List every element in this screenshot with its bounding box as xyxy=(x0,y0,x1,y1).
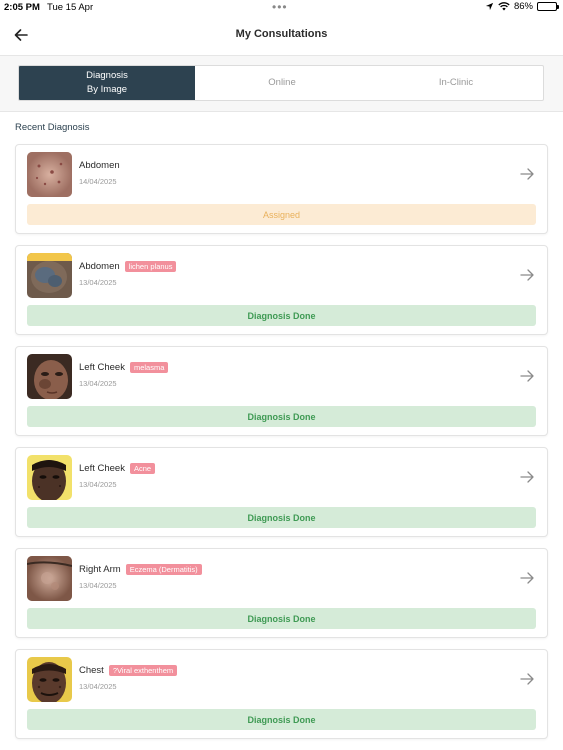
status-badge: Diagnosis Done xyxy=(27,406,536,427)
diagnosis-date: 13/04/2025 xyxy=(79,682,117,691)
diagnosis-info: Right Arm Eczema (Dermatitis) 13/04/2025 xyxy=(79,564,202,590)
diagnosis-thumbnail xyxy=(27,354,72,399)
header: My Consultations xyxy=(0,15,563,56)
diagnosis-info: Left Cheek Acne 13/04/2025 xyxy=(79,463,156,489)
status-badge: Assigned xyxy=(27,204,536,225)
status-badge: Diagnosis Done xyxy=(27,608,536,629)
wifi-icon xyxy=(498,2,510,11)
status-badge: Diagnosis Done xyxy=(27,305,536,326)
arrow-right-icon[interactable] xyxy=(519,267,535,283)
diagnosis-info: Left Cheek melasma 13/04/2025 xyxy=(79,362,169,388)
tab-in-clinic[interactable]: In-Clinic xyxy=(369,66,543,100)
tab-online[interactable]: Online xyxy=(195,66,369,100)
arrow-right-icon[interactable] xyxy=(519,166,535,182)
arrow-right-icon[interactable] xyxy=(519,469,535,485)
battery-icon xyxy=(537,2,559,11)
condition-tag: melasma xyxy=(129,362,169,373)
condition-tag: ?Viral exthenthem xyxy=(108,665,178,676)
battery-percent: 86% xyxy=(513,1,533,12)
page-title: My Consultations xyxy=(235,28,328,40)
condition-tag: Eczema (Dermatitis) xyxy=(125,564,202,575)
multitasking-dots-icon[interactable]: ••• xyxy=(272,0,288,14)
diagnosis-card[interactable]: Chest ?Viral exthenthem 13/04/2025 Diagn… xyxy=(15,649,548,739)
status-date: Tue 15 Apr xyxy=(47,2,94,13)
status-indicators: 86% xyxy=(485,1,559,12)
body-location: Abdomen xyxy=(79,160,120,171)
arrow-right-icon[interactable] xyxy=(519,671,535,687)
diagnosis-card[interactable]: Abdomen lichen planus 13/04/2025 Diagnos… xyxy=(15,245,548,335)
diagnosis-date: 13/04/2025 xyxy=(79,581,117,590)
condition-tag: Acne xyxy=(129,463,156,474)
body-location: Left Cheek xyxy=(79,463,125,474)
condition-tag: lichen planus xyxy=(124,261,177,272)
diagnosis-thumbnail xyxy=(27,253,72,298)
tab-diagnosis-by-image[interactable]: Diagnosis By Image xyxy=(19,66,195,100)
location-icon xyxy=(485,2,494,11)
diagnosis-thumbnail xyxy=(27,455,72,500)
diagnosis-date: 13/04/2025 xyxy=(79,278,117,287)
diagnosis-thumbnail xyxy=(27,556,72,601)
body-location: Right Arm xyxy=(79,564,121,575)
status-bar: 2:05 PM Tue 15 Apr ••• 86% xyxy=(0,0,563,15)
diagnosis-card[interactable]: Left Cheek melasma 13/04/2025 Diagnosis … xyxy=(15,346,548,436)
diagnosis-date: 13/04/2025 xyxy=(79,379,117,388)
diagnosis-card[interactable]: Left Cheek Acne 13/04/2025 Diagnosis Don… xyxy=(15,447,548,537)
consultation-tabs: Diagnosis By Image Online In-Clinic xyxy=(18,65,544,101)
arrow-right-icon[interactable] xyxy=(519,570,535,586)
diagnosis-thumbnail xyxy=(27,657,72,702)
status-badge: Diagnosis Done xyxy=(27,507,536,528)
diagnosis-card[interactable]: Abdomen 14/04/2025 Assigned xyxy=(15,144,548,234)
body-location: Left Cheek xyxy=(79,362,125,373)
diagnosis-info: Abdomen lichen planus 13/04/2025 xyxy=(79,261,177,287)
tabs-container: Diagnosis By Image Online In-Clinic xyxy=(0,56,563,112)
diagnosis-thumbnail xyxy=(27,152,72,197)
section-title: Recent Diagnosis xyxy=(15,122,90,133)
diagnosis-info: Abdomen 14/04/2025 xyxy=(79,160,120,186)
arrow-right-icon[interactable] xyxy=(519,368,535,384)
diagnosis-info: Chest ?Viral exthenthem 13/04/2025 xyxy=(79,665,178,691)
diagnosis-date: 14/04/2025 xyxy=(79,177,117,186)
diagnosis-date: 13/04/2025 xyxy=(79,480,117,489)
body-location: Abdomen xyxy=(79,261,120,272)
status-badge: Diagnosis Done xyxy=(27,709,536,730)
diagnosis-card[interactable]: Right Arm Eczema (Dermatitis) 13/04/2025… xyxy=(15,548,548,638)
status-time: 2:05 PM xyxy=(4,2,40,13)
body-location: Chest xyxy=(79,665,104,676)
